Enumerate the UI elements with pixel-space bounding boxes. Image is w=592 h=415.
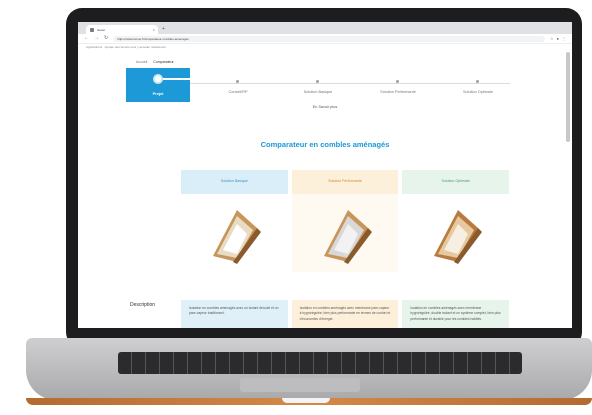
- comparison-columns: Solution Basique Isolation en combles am…: [181, 170, 510, 328]
- learn-more-link[interactable]: En Savoir plus: [78, 105, 572, 109]
- step-label: Solution Basique: [303, 90, 333, 94]
- address-bar[interactable]: https://www.isover.fr/comparateur-comble…: [113, 35, 545, 42]
- tab-bar: Isover × +: [78, 22, 572, 34]
- step-dot-icon: [236, 80, 239, 83]
- column-description: Isolation en combles aménagés avec membr…: [291, 300, 399, 328]
- description-row-label: Description: [130, 302, 156, 308]
- browser-tab[interactable]: Isover ×: [86, 25, 158, 34]
- address-text: https://www.isover.fr/comparateur-comble…: [117, 36, 189, 41]
- menu-icon[interactable]: ⋮: [562, 36, 566, 41]
- step-dot-icon: [476, 80, 479, 83]
- close-tab-icon[interactable]: ×: [153, 27, 155, 32]
- back-icon[interactable]: ←: [84, 36, 89, 41]
- column-header[interactable]: Solution Basique: [181, 170, 288, 194]
- column-header[interactable]: Solution Optimale: [402, 170, 510, 194]
- new-tab-icon[interactable]: +: [162, 25, 165, 34]
- step-label: Conseil/RP: [228, 90, 248, 94]
- profile-icon[interactable]: ●: [557, 36, 559, 41]
- step-active-icon: [153, 74, 163, 84]
- progress-stepper: Projet Conseil/RP Solution Basique Solut…: [126, 68, 510, 102]
- step-label: Solution Optimale: [463, 90, 493, 94]
- tab-title: Isover: [97, 27, 106, 32]
- step-optimale[interactable]: Solution Optimale: [446, 68, 510, 102]
- reload-icon[interactable]: ↻: [104, 36, 108, 41]
- column-basic: Solution Basique Isolation en combles am…: [181, 170, 288, 328]
- breadcrumb-current: Comparateur: [153, 60, 174, 64]
- laptop-keyboard: [118, 352, 522, 374]
- column-performance: Solution Performante Isolation en comble…: [291, 170, 399, 328]
- breadcrumb: Accueil Comparateur: [136, 60, 174, 64]
- step-label: Projet: [152, 92, 164, 96]
- favicon-icon: [90, 27, 94, 32]
- column-header[interactable]: Solution Performante: [291, 170, 399, 194]
- laptop-screen: Isover × + ← → ↻ https://www.isover.fr/c…: [78, 22, 572, 328]
- step-conseil[interactable]: Conseil/RP: [206, 68, 270, 102]
- laptop-notch: [282, 398, 330, 403]
- step-connector: [163, 78, 190, 80]
- page-scrollbar[interactable]: [566, 52, 570, 142]
- column-description: Isolation en combles aménagés avec un is…: [181, 300, 288, 328]
- step-dot-icon: [396, 80, 399, 83]
- breadcrumb-home[interactable]: Accueil: [136, 60, 147, 64]
- roof-image: [291, 194, 399, 272]
- column-description: Isolation en combles aménagés avec membr…: [402, 300, 510, 328]
- roof-insulation-icon: [434, 210, 483, 264]
- step-performante[interactable]: Solution Performante: [366, 68, 430, 102]
- step-basique[interactable]: Solution Basique: [286, 68, 350, 102]
- web-page: Accueil Comparateur Projet Conseil/RP So…: [78, 50, 572, 328]
- page-title: Comparateur en combles aménagés: [260, 140, 390, 149]
- browser-toolbar: ← → ↻ https://www.isover.fr/comparateur-…: [78, 34, 572, 44]
- roof-image: [402, 194, 509, 272]
- step-label: Solution Performante: [380, 90, 416, 94]
- roof-insulation-icon: [213, 210, 261, 264]
- forward-icon[interactable]: →: [94, 36, 99, 41]
- step-dot-icon: [316, 80, 319, 83]
- roof-image: [181, 194, 288, 272]
- step-projet[interactable]: Projet: [126, 68, 190, 102]
- star-icon[interactable]: ☆: [550, 36, 554, 41]
- laptop-trackpad: [240, 378, 360, 392]
- bookmarks-text[interactable]: Applications · Ajouter des favoris pour …: [86, 45, 166, 49]
- roof-insulation-icon: [323, 210, 372, 264]
- column-optimal: Solution Optimale Isolation en combles a…: [402, 170, 510, 328]
